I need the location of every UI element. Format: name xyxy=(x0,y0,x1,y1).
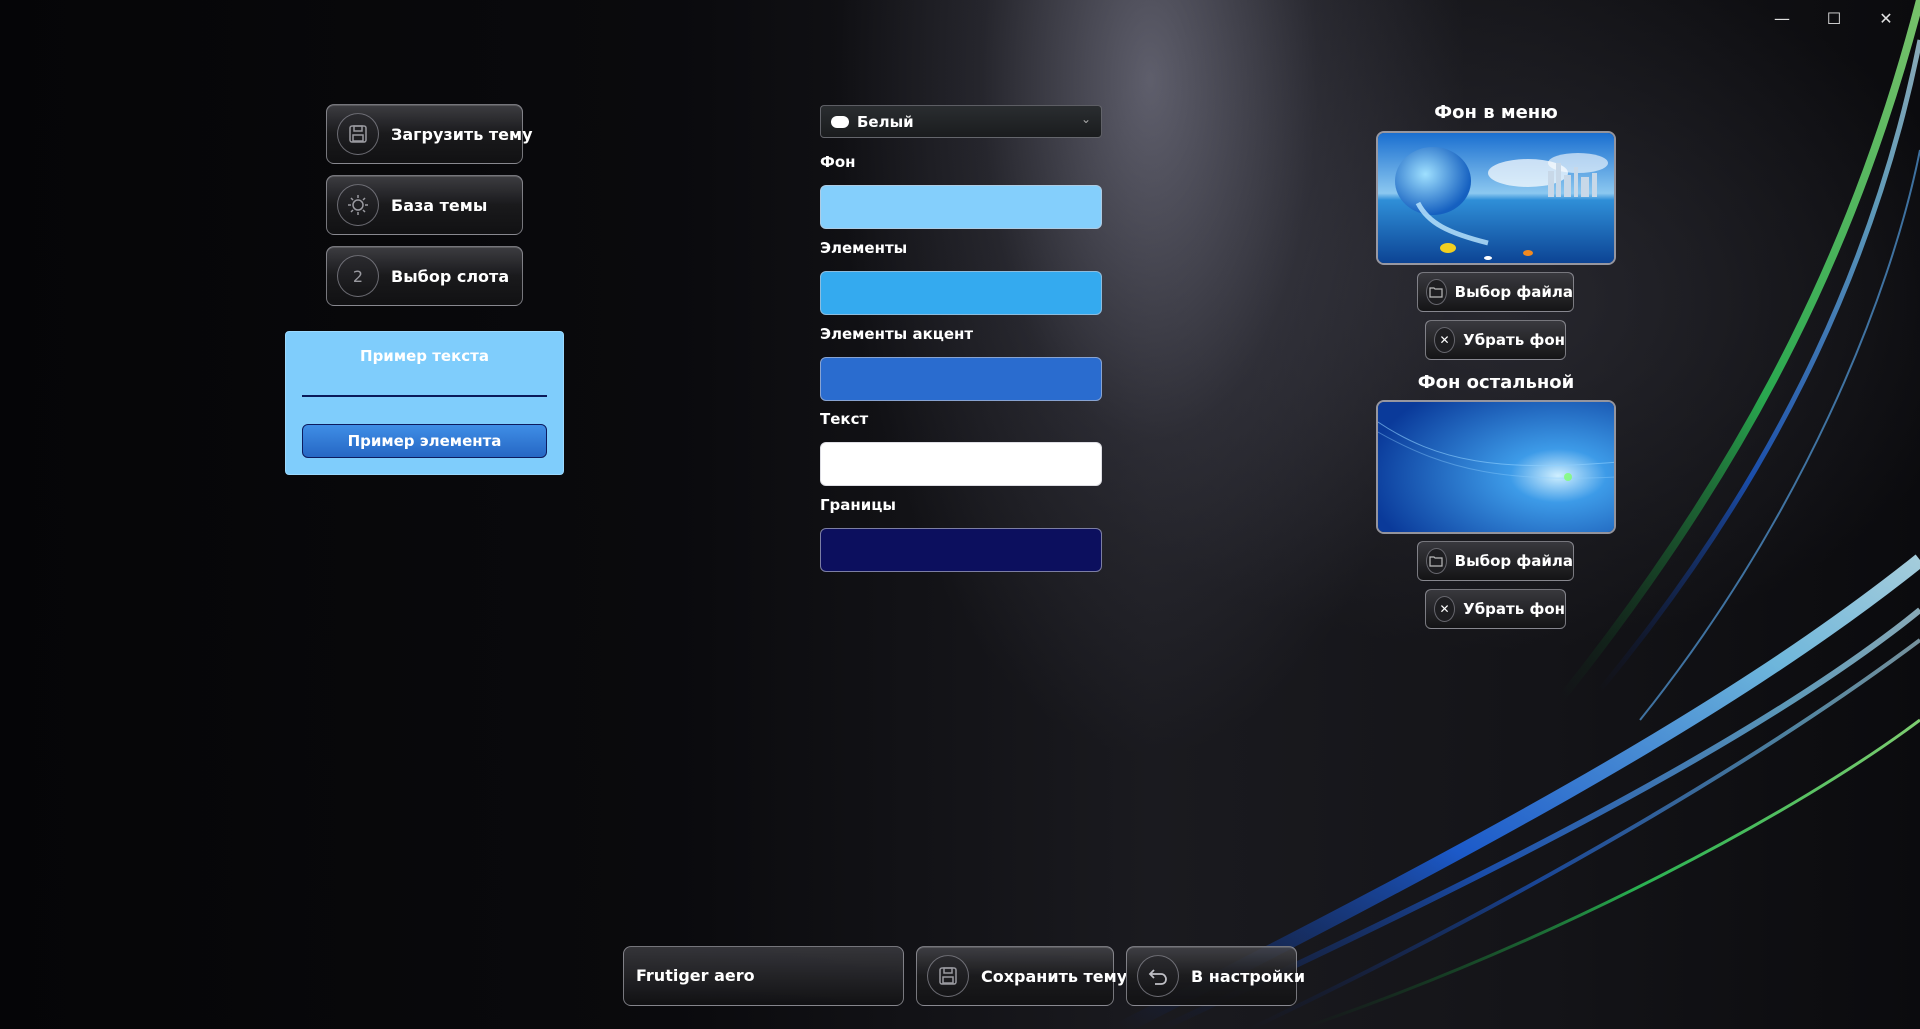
menu-bg-choose-file-button[interactable]: Выбор файла xyxy=(1417,272,1574,312)
menu-bg-remove-label: Убрать фон xyxy=(1463,331,1565,349)
color-swatch-text[interactable] xyxy=(820,442,1102,486)
other-bg-choose-file-button[interactable]: Выбор файла xyxy=(1417,541,1574,581)
color-swatch-background[interactable] xyxy=(820,185,1102,229)
preview-text-sample: Пример текста xyxy=(360,347,489,365)
folder-icon xyxy=(1426,279,1447,305)
other-bg-choose-file-label: Выбор файла xyxy=(1454,552,1573,570)
to-settings-button[interactable]: В настройки xyxy=(1126,946,1305,1006)
preview-element-sample[interactable]: Пример элемента xyxy=(302,424,547,458)
menu-bg-choose-file-label: Выбор файла xyxy=(1454,283,1573,301)
floppy-disk-icon xyxy=(927,955,969,997)
maximize-icon[interactable]: ☐ xyxy=(1808,6,1860,30)
chevron-down-icon: ⌄ xyxy=(1080,112,1091,126)
other-bg-image xyxy=(1376,400,1616,534)
theme-preview-card: Пример текста Пример элемента xyxy=(285,331,564,475)
minimize-icon[interactable]: — xyxy=(1756,6,1808,30)
preset-color-dot xyxy=(831,115,849,128)
theme-base-button[interactable]: База темы xyxy=(326,175,523,235)
load-theme-button[interactable]: Загрузить тему xyxy=(326,104,533,164)
close-circle-icon: ✕ xyxy=(1434,596,1456,622)
menu-bg-title: Фон в меню xyxy=(1434,102,1558,123)
theme-base-label: База темы xyxy=(391,195,488,215)
save-theme-label: Сохранить тему xyxy=(981,966,1128,986)
slot-select-label: Выбор слота xyxy=(391,266,510,286)
other-bg-remove-label: Убрать фон xyxy=(1463,600,1565,618)
menu-bg-image xyxy=(1376,131,1616,265)
field-label-elements-accent: Элементы акцент xyxy=(820,325,974,343)
field-label-elements: Элементы xyxy=(820,239,908,257)
field-label-background: Фон xyxy=(820,153,856,171)
theme-name-input[interactable]: Frutiger aero xyxy=(623,946,904,1006)
sun-icon xyxy=(337,184,379,226)
preview-divider xyxy=(302,395,547,397)
field-label-borders: Границы xyxy=(820,496,896,514)
color-swatch-elements-accent[interactable] xyxy=(820,357,1102,401)
undo-arrow-icon xyxy=(1137,955,1179,997)
load-theme-label: Загрузить тему xyxy=(391,124,533,144)
background-swoosh xyxy=(1116,0,1920,1029)
preset-dropdown[interactable]: Белый ⌄ xyxy=(820,105,1102,138)
other-bg-title: Фон остальной xyxy=(1417,372,1575,393)
folder-icon xyxy=(1426,548,1447,574)
color-swatch-elements[interactable] xyxy=(820,271,1102,315)
field-label-text: Текст xyxy=(820,410,869,428)
other-bg-remove-button[interactable]: ✕ Убрать фон xyxy=(1425,589,1566,629)
floppy-disk-icon xyxy=(337,113,379,155)
window-controls: — ☐ ✕ xyxy=(1756,6,1912,30)
slot-number-icon: 2 xyxy=(337,255,379,297)
close-circle-icon: ✕ xyxy=(1434,327,1456,353)
save-theme-button[interactable]: Сохранить тему xyxy=(916,946,1127,1006)
close-icon[interactable]: ✕ xyxy=(1860,6,1912,30)
to-settings-label: В настройки xyxy=(1191,966,1306,986)
preset-value: Белый xyxy=(857,112,914,131)
color-swatch-borders[interactable] xyxy=(820,528,1102,572)
slot-select-button[interactable]: 2 Выбор слота xyxy=(326,246,523,306)
menu-bg-remove-button[interactable]: ✕ Убрать фон xyxy=(1425,320,1566,360)
